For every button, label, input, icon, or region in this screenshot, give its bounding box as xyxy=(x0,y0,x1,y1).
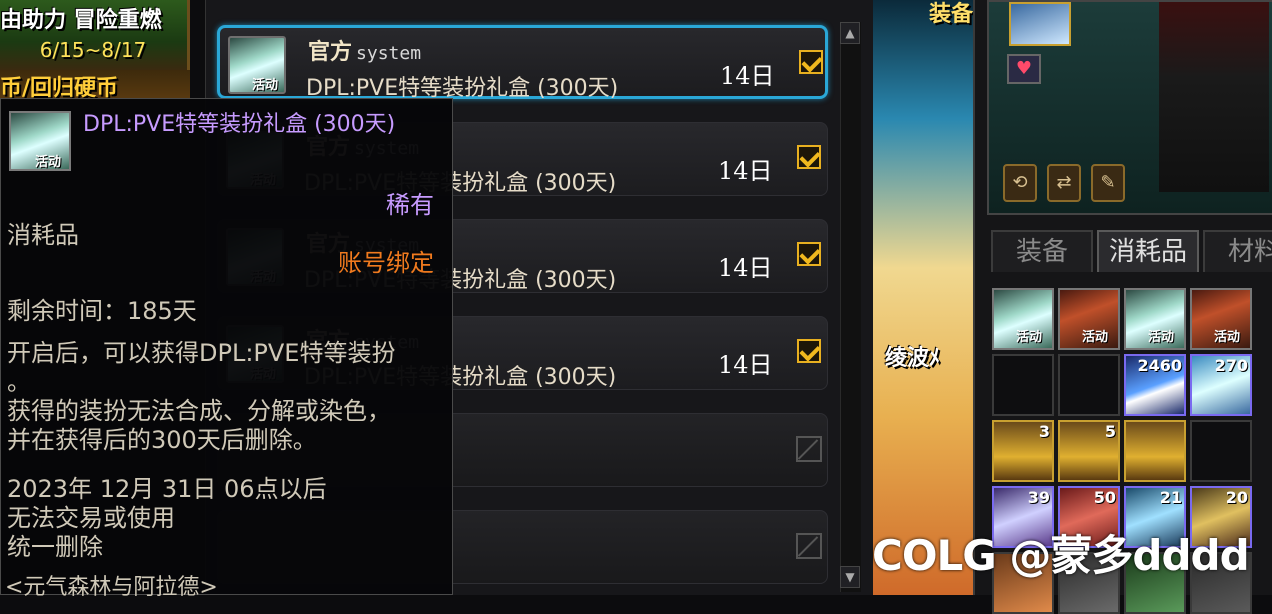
game-scene: 装备 绫波ﾒ xyxy=(873,0,973,595)
inventory-slot[interactable]: 活动 xyxy=(992,288,1054,350)
mail-scrollbar[interactable] xyxy=(840,22,861,592)
tab-equipment[interactable]: 装备 xyxy=(991,230,1093,272)
tab-materials[interactable]: 材料 xyxy=(1203,230,1272,272)
mail-checkbox[interactable] xyxy=(797,339,821,363)
mail-days-left: 14日 xyxy=(720,62,775,90)
item-type: 消耗品 xyxy=(7,221,79,249)
heart-icon[interactable]: ♥ xyxy=(1007,54,1041,84)
watermark: COLG @蒙多dddd xyxy=(872,531,1250,580)
mail-checkbox[interactable] xyxy=(797,242,821,266)
scroll-down-icon[interactable]: ▼ xyxy=(840,566,860,588)
item-remaining-time: 剩余时间：185天 xyxy=(7,297,197,325)
mail-days-left: 14日 xyxy=(718,254,773,282)
character-preview: ♥ ⟲ ⇄ ✎ xyxy=(987,0,1272,215)
inventory-slot[interactable] xyxy=(992,354,1054,416)
inventory-slot[interactable] xyxy=(1190,420,1252,482)
item-binding: 账号绑定 xyxy=(338,249,434,277)
swap-icon[interactable]: ⇄ xyxy=(1047,164,1081,202)
gift-box-icon: 活动 xyxy=(9,111,71,171)
disabled-checkbox xyxy=(796,436,822,462)
character-avatar xyxy=(1159,2,1269,192)
banner-title: 由助力 冒险重燃 xyxy=(0,8,162,33)
inventory-panel: ♥ ⟲ ⇄ ✎ 装备 消耗品 材料 活动 活动 活动 活动 2460 270 3… xyxy=(973,0,1272,614)
mail-sender: 官方system xyxy=(308,40,422,65)
event-banner[interactable]: 由助力 冒险重燃 6/15~8/17 xyxy=(0,0,190,70)
character-name-label: 绫波ﾒ xyxy=(885,346,941,371)
inventory-slot[interactable]: 活动 xyxy=(1124,288,1186,350)
tab-consumables[interactable]: 消耗品 xyxy=(1097,230,1199,272)
inventory-slot[interactable]: 2460 xyxy=(1124,354,1186,416)
inventory-slot[interactable]: 5 xyxy=(1058,420,1120,482)
item-rarity: 稀有 xyxy=(386,191,434,219)
inventory-slot[interactable] xyxy=(1058,354,1120,416)
gift-box-icon: 活动 xyxy=(228,36,286,94)
disabled-checkbox xyxy=(796,533,822,559)
banner-date-range: 6/15~8/17 xyxy=(39,38,147,62)
rotate-icon[interactable]: ⟲ xyxy=(1003,164,1037,202)
scene-label: 装备 xyxy=(929,2,973,27)
shoe-equipment-icon[interactable] xyxy=(1009,2,1071,46)
mail-days-left: 14日 xyxy=(718,351,773,379)
mail-checkbox[interactable] xyxy=(797,145,821,169)
inventory-slot[interactable] xyxy=(1124,420,1186,482)
inventory-slot[interactable]: 活动 xyxy=(1190,288,1252,350)
inventory-slot[interactable]: 3 xyxy=(992,420,1054,482)
currency-strip[interactable]: 币/回归硬币 xyxy=(0,70,190,100)
item-tooltip: 活动 DPL:PVE特等装扮礼盒 (300天) 稀有 消耗品 账号绑定 剩余时间… xyxy=(0,98,453,600)
item-name: DPL:PVE特等装扮礼盒 (300天) xyxy=(83,112,396,137)
inventory-slot[interactable]: 活动 xyxy=(1058,288,1120,350)
item-description: 开启后，可以获得DPL:PVE特等装扮 。 获得的装扮无法合成、分解或染色， 并… xyxy=(7,339,396,454)
item-expiry-note: 2023年 12月 31日 06点以后 无法交易或使用 统一删除 xyxy=(7,475,327,561)
mail-row[interactable]: 活动 官方system DPL:PVE特等装扮礼盒 (300天) 14日 xyxy=(217,25,828,101)
brush-icon[interactable]: ✎ xyxy=(1091,164,1125,202)
mail-days-left: 14日 xyxy=(718,157,773,185)
mail-checkbox[interactable] xyxy=(799,50,823,74)
inventory-slot[interactable]: 270 xyxy=(1190,354,1252,416)
item-source: <元气森林与阿拉德> xyxy=(5,575,218,600)
scroll-up-icon[interactable]: ▲ xyxy=(840,22,860,44)
currency-strip-label: 币/回归硬币 xyxy=(0,76,119,100)
